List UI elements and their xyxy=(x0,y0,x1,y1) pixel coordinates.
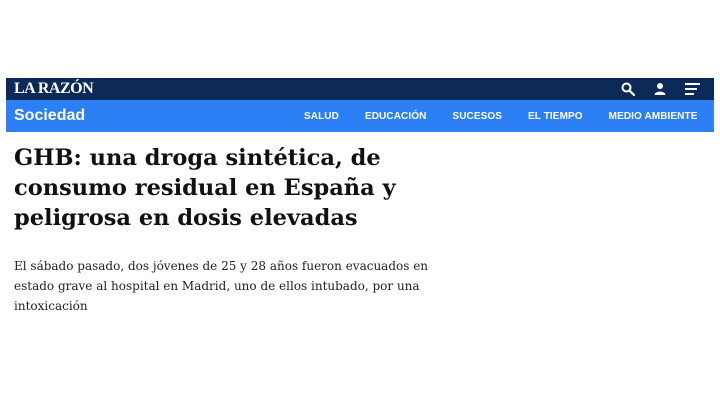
nav-item-educacion[interactable]: EDUCACIÓN xyxy=(365,111,426,122)
top-header-bar: LA RAZÓN xyxy=(6,78,714,100)
header-icons xyxy=(620,81,700,97)
nav-item-salud[interactable]: SALUD xyxy=(304,111,339,122)
search-icon[interactable] xyxy=(620,81,636,97)
site-logo[interactable]: LA RAZÓN xyxy=(14,80,94,98)
menu-icon[interactable] xyxy=(684,81,700,97)
user-icon[interactable] xyxy=(652,81,668,97)
section-title[interactable]: Sociedad xyxy=(6,107,304,125)
nav-item-medio-ambiente[interactable]: MEDIO AMBIENTE xyxy=(609,111,698,122)
section-nav-items: SALUD EDUCACIÓN SUCESOS EL TIEMPO MEDIO … xyxy=(304,111,714,122)
nav-item-sucesos[interactable]: SUCESOS xyxy=(452,111,502,122)
section-nav-bar: Sociedad SALUD EDUCACIÓN SUCESOS EL TIEM… xyxy=(6,100,714,132)
article-headline[interactable]: GHB: una droga sintética, de consumo res… xyxy=(14,143,454,233)
nav-item-el-tiempo[interactable]: EL TIEMPO xyxy=(528,111,583,122)
article-subtitle: El sábado pasado, dos jóvenes de 25 y 28… xyxy=(14,259,429,313)
